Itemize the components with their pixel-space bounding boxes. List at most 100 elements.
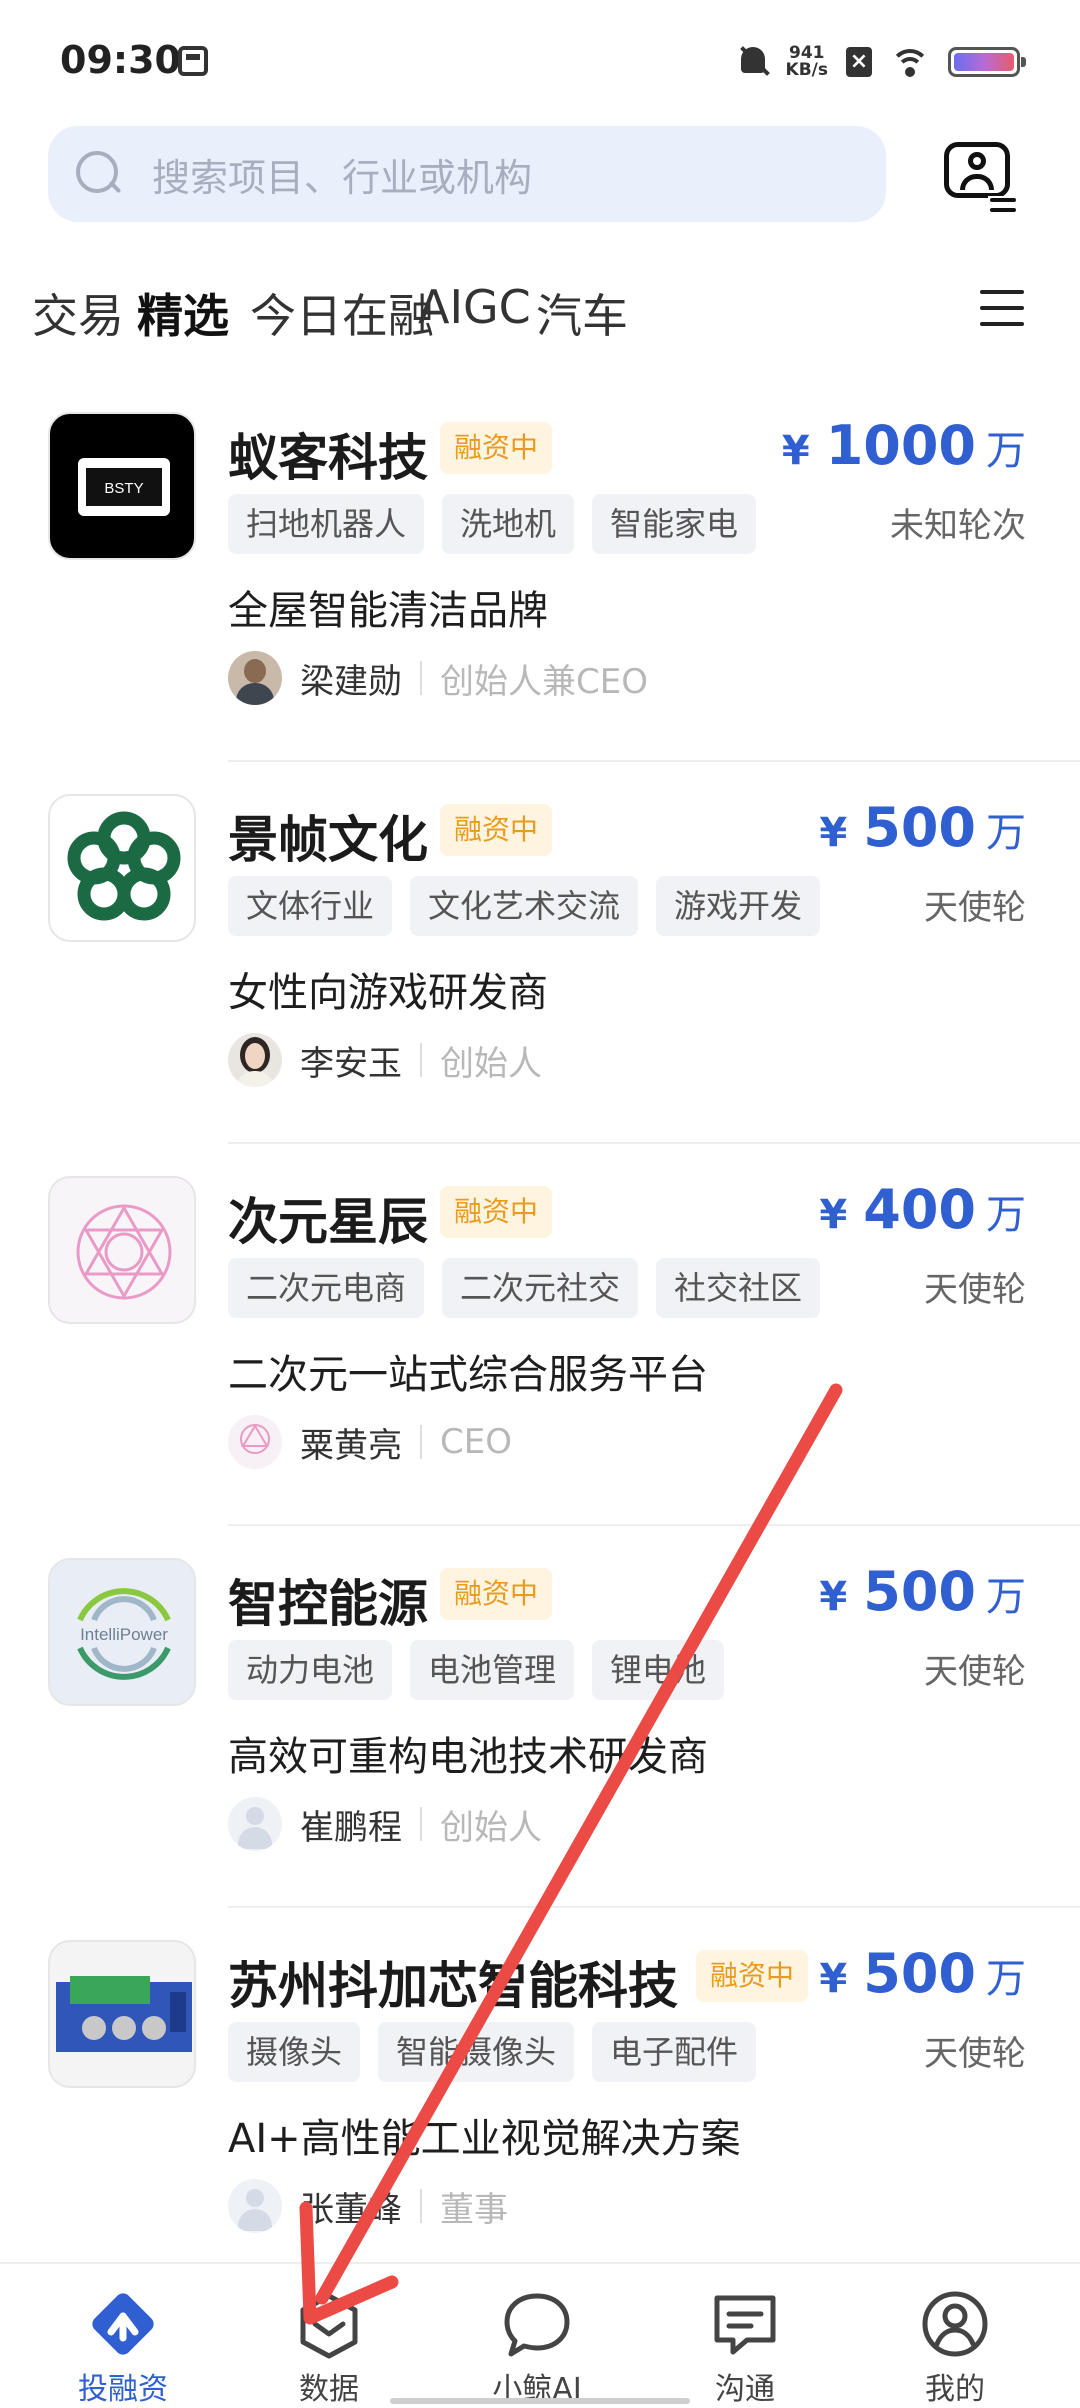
founder-name: 崔鹏程	[300, 1807, 402, 1848]
data-icon	[300, 2293, 358, 2359]
wifi-icon	[890, 47, 930, 77]
amount-value: 500	[863, 796, 976, 859]
search-input[interactable]: 搜索项目、行业或机构	[48, 126, 886, 222]
bottom-nav: 投融资 数据 小鲸AI 沟通 我的	[0, 2262, 1080, 2408]
founder-row: 李安玉 创始人	[228, 1032, 542, 1088]
chat-bubble-icon	[504, 2293, 570, 2357]
nav-label: 我的	[925, 2372, 985, 2407]
amount-unit: 万	[986, 1956, 1026, 2002]
industry-tag: 电池管理	[410, 1640, 575, 1700]
nav-chat[interactable]: 沟通	[670, 2264, 820, 2408]
company-logo: BSTY	[48, 412, 196, 560]
industry-tag: 文体行业	[228, 876, 393, 936]
currency-symbol: ¥	[819, 1574, 848, 1620]
nav-data[interactable]: 数据	[254, 2264, 404, 2408]
nav-profile[interactable]: 我的	[880, 2264, 1030, 2408]
logo-text: IntelliPower	[80, 1625, 168, 1644]
user-switch-button[interactable]	[940, 138, 1020, 218]
tab-auto[interactable]: 汽车	[536, 280, 628, 346]
tag-list: 摄像头 智能摄像头 电子配件	[228, 2022, 757, 2082]
tab-today-financing[interactable]: 今日在融	[250, 280, 434, 346]
company-card[interactable]: BSTY 蚁客科技 融资中 ¥ 1000 万 未知轮次 扫地机器人 洗地机 智能…	[0, 380, 1080, 762]
close-box-icon: ×	[846, 47, 872, 77]
company-card[interactable]: 次元星辰 融资中 ¥ 400 万 天使轮 二次元电商 二次元社交 社交社区 二次…	[0, 1144, 1080, 1526]
industry-tag: 文化艺术交流	[410, 876, 639, 936]
company-name: 次元星辰	[228, 1193, 428, 1251]
company-logo: IntelliPower	[48, 1558, 196, 1706]
amount-value: 400	[863, 1178, 976, 1241]
tab-aigc[interactable]: AIGC	[418, 280, 531, 334]
industry-tag: 智能摄像头	[378, 2022, 575, 2082]
nav-ai[interactable]: 小鲸AI	[462, 2264, 612, 2408]
search-placeholder: 搜索项目、行业或机构	[152, 155, 533, 200]
status-time: 09:30	[60, 38, 181, 82]
tab-featured[interactable]: 精选	[137, 280, 229, 346]
net-speed-unit: KB/s	[785, 60, 828, 80]
status-icons: 941 KB/s ×	[738, 40, 1026, 84]
founder-role: 创始人兼CEO	[440, 661, 648, 702]
status-badge: 融资中	[440, 1568, 553, 1620]
nav-invest[interactable]: 投融资	[48, 2264, 198, 2408]
status-badge: 融资中	[440, 1186, 553, 1238]
avatar	[228, 1415, 282, 1469]
company-name: 苏州抖加芯智能科技	[228, 1957, 678, 2015]
nav-label: 数据	[299, 2372, 359, 2407]
company-card[interactable]: IntelliPower 智控能源 融资中 ¥ 500 万 天使轮 动力电池 电…	[0, 1526, 1080, 1908]
founder-role: 创始人	[440, 1807, 542, 1848]
amount-unit: 万	[986, 1574, 1026, 1620]
industry-tag: 扫地机器人	[228, 494, 425, 554]
company-logo	[48, 794, 196, 942]
currency-symbol: ¥	[819, 1192, 848, 1238]
menu-icon[interactable]	[980, 288, 1024, 328]
financing-amount: ¥ 500 万	[819, 796, 1026, 859]
avatar	[228, 1033, 282, 1087]
financing-amount: ¥ 400 万	[819, 1178, 1026, 1241]
tag-list: 二次元电商 二次元社交 社交社区	[228, 1258, 821, 1318]
industry-tag: 社交社区	[656, 1258, 821, 1318]
company-list: BSTY 蚁客科技 融资中 ¥ 1000 万 未知轮次 扫地机器人 洗地机 智能…	[0, 380, 1080, 2290]
founder-row: 粟黄亮 CEO	[228, 1414, 512, 1470]
industry-tag: 锂电池	[592, 1640, 725, 1700]
company-logo	[48, 1940, 196, 2088]
founder-row: 张董峰 董事	[228, 2178, 508, 2234]
tab-trading[interactable]: 交易	[32, 280, 124, 346]
founder-role: CEO	[440, 1422, 512, 1462]
founder-role: 董事	[440, 2189, 508, 2230]
separator	[420, 661, 422, 695]
amount-unit: 万	[986, 810, 1026, 856]
amount-value: 500	[863, 1942, 976, 2005]
company-logo	[48, 1176, 196, 1324]
status-badge: 融资中	[440, 422, 553, 474]
status-badge: 融资中	[696, 1950, 809, 2002]
founder-row: 梁建勋 创始人兼CEO	[228, 650, 648, 706]
founder-name: 梁建勋	[300, 661, 402, 702]
tag-list: 文体行业 文化艺术交流 游戏开发	[228, 876, 821, 936]
company-card[interactable]: 苏州抖加芯智能科技 融资中 ¥ 500 万 天使轮 摄像头 智能摄像头 电子配件…	[0, 1908, 1080, 2290]
bell-off-icon	[738, 45, 770, 79]
financing-round: 未知轮次	[890, 506, 1026, 546]
founder-row: 崔鹏程 创始人	[228, 1796, 542, 1852]
amount-unit: 万	[986, 1192, 1026, 1238]
industry-tag: 二次元电商	[228, 1258, 425, 1318]
company-card[interactable]: 景帧文化 融资中 ¥ 500 万 天使轮 文体行业 文化艺术交流 游戏开发 女性…	[0, 762, 1080, 1144]
separator	[420, 1043, 422, 1077]
founder-name: 粟黄亮	[300, 1425, 402, 1466]
financing-round: 天使轮	[924, 2034, 1026, 2074]
company-name: 蚁客科技	[228, 429, 428, 487]
currency-symbol: ¥	[819, 810, 848, 856]
industry-tag: 二次元社交	[442, 1258, 639, 1318]
company-description: 全屋智能清洁品牌	[228, 588, 548, 634]
industry-tag: 动力电池	[228, 1640, 393, 1700]
tag-list: 扫地机器人 洗地机 智能家电	[228, 494, 757, 554]
logo-text: BSTY	[104, 480, 143, 497]
financing-amount: ¥ 500 万	[819, 1560, 1026, 1623]
founder-name: 李安玉	[300, 1043, 402, 1084]
amount-value: 1000	[825, 414, 976, 477]
industry-tag: 摄像头	[228, 2022, 361, 2082]
tag-list: 动力电池 电池管理 锂电池	[228, 1640, 725, 1700]
financing-amount: ¥ 500 万	[819, 1942, 1026, 2005]
message-icon	[714, 2295, 776, 2355]
industry-tag: 智能家电	[592, 494, 757, 554]
tabs-fade	[800, 260, 940, 356]
company-description: 高效可重构电池技术研发商	[228, 1734, 708, 1780]
